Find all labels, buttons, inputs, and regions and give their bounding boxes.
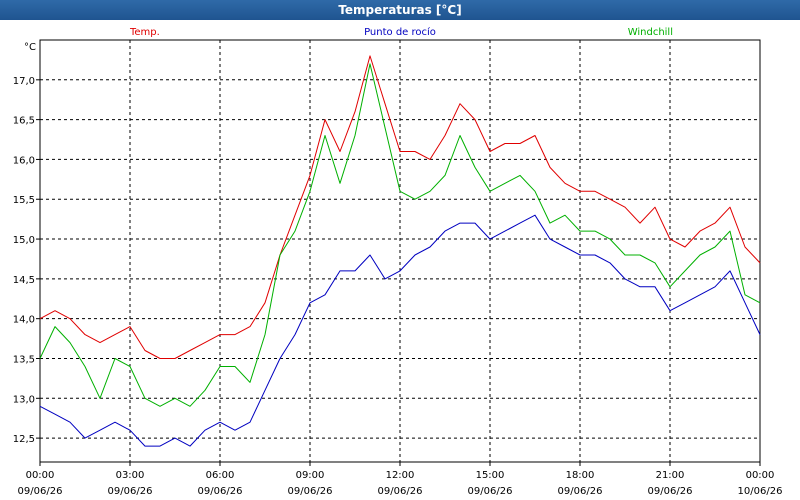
x-tick-time-label: 18:00 — [566, 470, 595, 481]
y-tick-label: 15,0 — [13, 235, 35, 246]
y-tick-label: 14,5 — [13, 275, 35, 286]
x-tick-time-label: 15:00 — [476, 470, 505, 481]
x-tick-date-label: 09/06/26 — [18, 486, 63, 497]
x-tick-date-label: 09/06/26 — [648, 486, 693, 497]
y-tick-label: 16,5 — [13, 116, 35, 127]
y-tick-label: 13,5 — [13, 354, 35, 365]
x-tick-date-label: 10/06/26 — [738, 486, 783, 497]
x-tick-time-label: 12:00 — [386, 470, 415, 481]
x-tick-time-label: 00:00 — [746, 470, 775, 481]
x-tick-time-label: 00:00 — [26, 470, 55, 481]
x-tick-date-label: 09/06/26 — [378, 486, 423, 497]
legend-label: Temp. — [129, 27, 160, 38]
y-axis-ticks: 17,0 16,5 16,0 15,5 15,0 14,5 14,0 13,5 13,0 12,5 — [13, 76, 40, 445]
temperature-chart: 17,0 16,5 16,0 15,5 15,0 14,5 14,0 13,5 13,0 12,5… — [13, 26, 783, 497]
y-tick-label: 15,5 — [13, 195, 35, 206]
y-tick-label: 14,0 — [13, 315, 35, 326]
x-tick-date-label: 09/06/26 — [558, 486, 603, 497]
y-tick-label: 16,0 — [13, 155, 35, 166]
x-tick-time-label: 09:00 — [296, 470, 325, 481]
x-tick-date-label: 09/06/26 — [198, 486, 243, 497]
x-tick-time-label: 06:00 — [206, 470, 235, 481]
x-tick-time-label: 03:00 — [116, 470, 145, 481]
x-axis-ticks: 00:00 09/06/26 03:00 09/06/26 06:00 09/06/26 0… — [18, 462, 783, 497]
legend: Temp. Punto de rocío Windchill — [129, 26, 673, 38]
legend-label: Windchill — [628, 27, 673, 38]
y-tick-label: 13,0 — [13, 394, 35, 405]
y-tick-label: 12,5 — [13, 434, 35, 445]
y-axis-unit-label: °C — [24, 42, 36, 53]
x-tick-date-label: 09/06/26 — [288, 486, 333, 497]
y-tick-label: 17,0 — [13, 76, 35, 87]
x-tick-date-label: 09/06/26 — [108, 486, 153, 497]
legend-label: Punto de rocío — [364, 26, 436, 38]
x-tick-time-label: 21:00 — [656, 470, 685, 481]
x-tick-date-label: 09/06/26 — [468, 486, 513, 497]
